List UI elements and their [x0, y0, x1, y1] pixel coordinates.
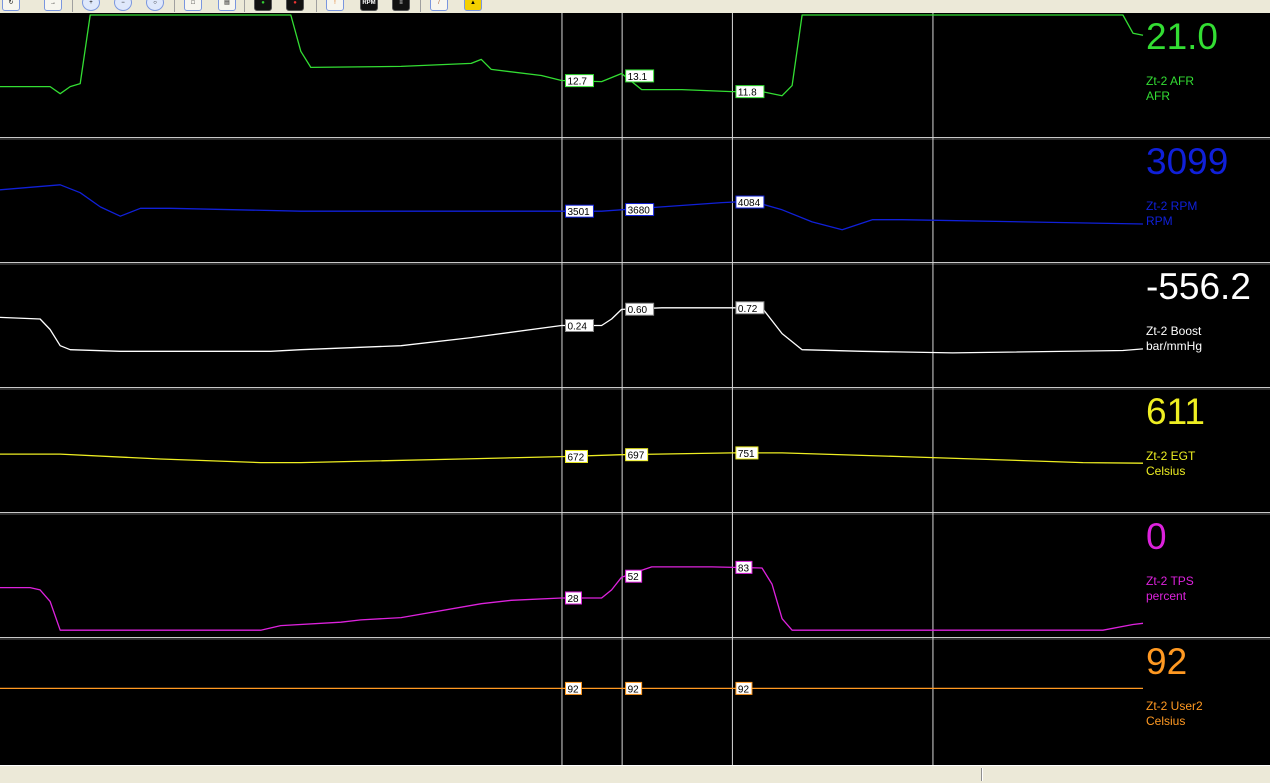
afr-cursor-label: 12.7: [567, 77, 587, 88]
rpm-cursor-label: 3680: [628, 206, 651, 217]
chart-canvas[interactable]: 12.7 13.1 11.8 3501 3680 4084 0.24 0.60 0.72 672 6…: [0, 13, 1270, 765]
arrow-icon[interactable]: →: [44, 0, 62, 11]
toolbar-separator: [244, 0, 245, 12]
record-icon[interactable]: ●: [254, 0, 272, 11]
zoom-reset-icon[interactable]: ○: [146, 0, 164, 11]
boost-cursor-label: 0.24: [567, 322, 587, 333]
rpm-channel-name: Zt-2 RPM: [1146, 199, 1198, 213]
afr-cursor-label: 13.1: [628, 72, 648, 83]
user2-cursor-label: 92: [628, 684, 640, 695]
toolbar-separator: [72, 0, 73, 12]
afr-readout: 21.0 Zt-2 AFR AFR: [1146, 17, 1270, 104]
egt-cursor-label: 672: [567, 452, 584, 463]
egt-readout: 611 Zt-2 EGT Celsius: [1146, 392, 1270, 479]
gauge-icon[interactable]: ≡: [392, 0, 410, 11]
user2-channel-unit: Celsius: [1146, 714, 1186, 728]
rpm-readout: 3099 Zt-2 RPM RPM: [1146, 142, 1270, 229]
alert-icon[interactable]: !: [326, 0, 344, 11]
afr-value: 21.0: [1146, 16, 1219, 57]
toolbar-separator: [316, 0, 317, 12]
refresh-icon[interactable]: ↻: [2, 0, 20, 11]
document-icon[interactable]: □: [184, 0, 202, 11]
afr-channel-name: Zt-2 AFR: [1146, 74, 1195, 88]
tps-value: 0: [1146, 516, 1167, 557]
tps-cursor-label: 52: [628, 572, 640, 583]
boost-cursor-label: 0.60: [628, 305, 648, 316]
tps-cursor-label: 28: [567, 594, 579, 605]
rpm-channel-unit: RPM: [1146, 214, 1173, 228]
egt-cursor-label: 697: [628, 451, 645, 462]
boost-readout: -556.2 Zt-2 Boost bar/mmHg: [1146, 267, 1270, 354]
rpm-cursor-label: 4084: [738, 198, 761, 209]
chart-area[interactable]: 12.7 13.1 11.8 3501 3680 4084 0.24 0.60 0.72 672 6…: [0, 13, 1270, 765]
egt-channel-unit: Celsius: [1146, 464, 1186, 478]
egt-value: 611: [1146, 391, 1205, 432]
boost-channel-name: Zt-2 Boost: [1146, 324, 1202, 338]
afr-cursor-label: 11.8: [738, 88, 757, 99]
tps-cursor-label: 83: [738, 563, 750, 574]
print-icon[interactable]: ▤: [218, 0, 236, 11]
tps-channel-name: Zt-2 TPS: [1146, 574, 1194, 588]
boost-cursor-label: 0.72: [738, 304, 758, 315]
status-bar: [0, 765, 1270, 783]
zoom-out-icon[interactable]: −: [114, 0, 132, 11]
egt-channel-name: Zt-2 EGT: [1146, 449, 1196, 463]
afr-channel-unit: AFR: [1146, 89, 1170, 103]
toolbar: ↻ → + − ○ □ ▤ ● ● ! RPM ≡ / ▲: [0, 0, 1270, 14]
rpm-icon[interactable]: RPM: [360, 0, 378, 11]
user2-cursor-label: 92: [738, 684, 750, 695]
rpm-cursor-label: 3501: [567, 207, 590, 218]
user2-readout: 92 Zt-2 User2 Celsius: [1146, 642, 1270, 729]
warning-icon[interactable]: ▲: [464, 0, 482, 11]
user2-value: 92: [1146, 641, 1188, 682]
rpm-button-label: RPM: [362, 0, 376, 6]
boost-value: -556.2: [1146, 266, 1251, 307]
toolbar-separator: [174, 0, 175, 12]
boost-channel-unit: bar/mmHg: [1146, 339, 1203, 353]
wrench-icon[interactable]: /: [430, 0, 448, 11]
tps-readout: 0 Zt-2 TPS percent: [1146, 517, 1270, 604]
status-divider: [981, 768, 983, 781]
zoom-in-icon[interactable]: +: [82, 0, 100, 11]
tps-channel-unit: percent: [1146, 589, 1187, 603]
user2-channel-name: Zt-2 User2: [1146, 699, 1203, 713]
egt-cursor-label: 751: [738, 449, 755, 460]
rpm-value: 3099: [1146, 141, 1229, 182]
user2-cursor-label: 92: [567, 684, 579, 695]
stop-record-icon[interactable]: ●: [286, 0, 304, 11]
toolbar-separator: [420, 0, 421, 12]
